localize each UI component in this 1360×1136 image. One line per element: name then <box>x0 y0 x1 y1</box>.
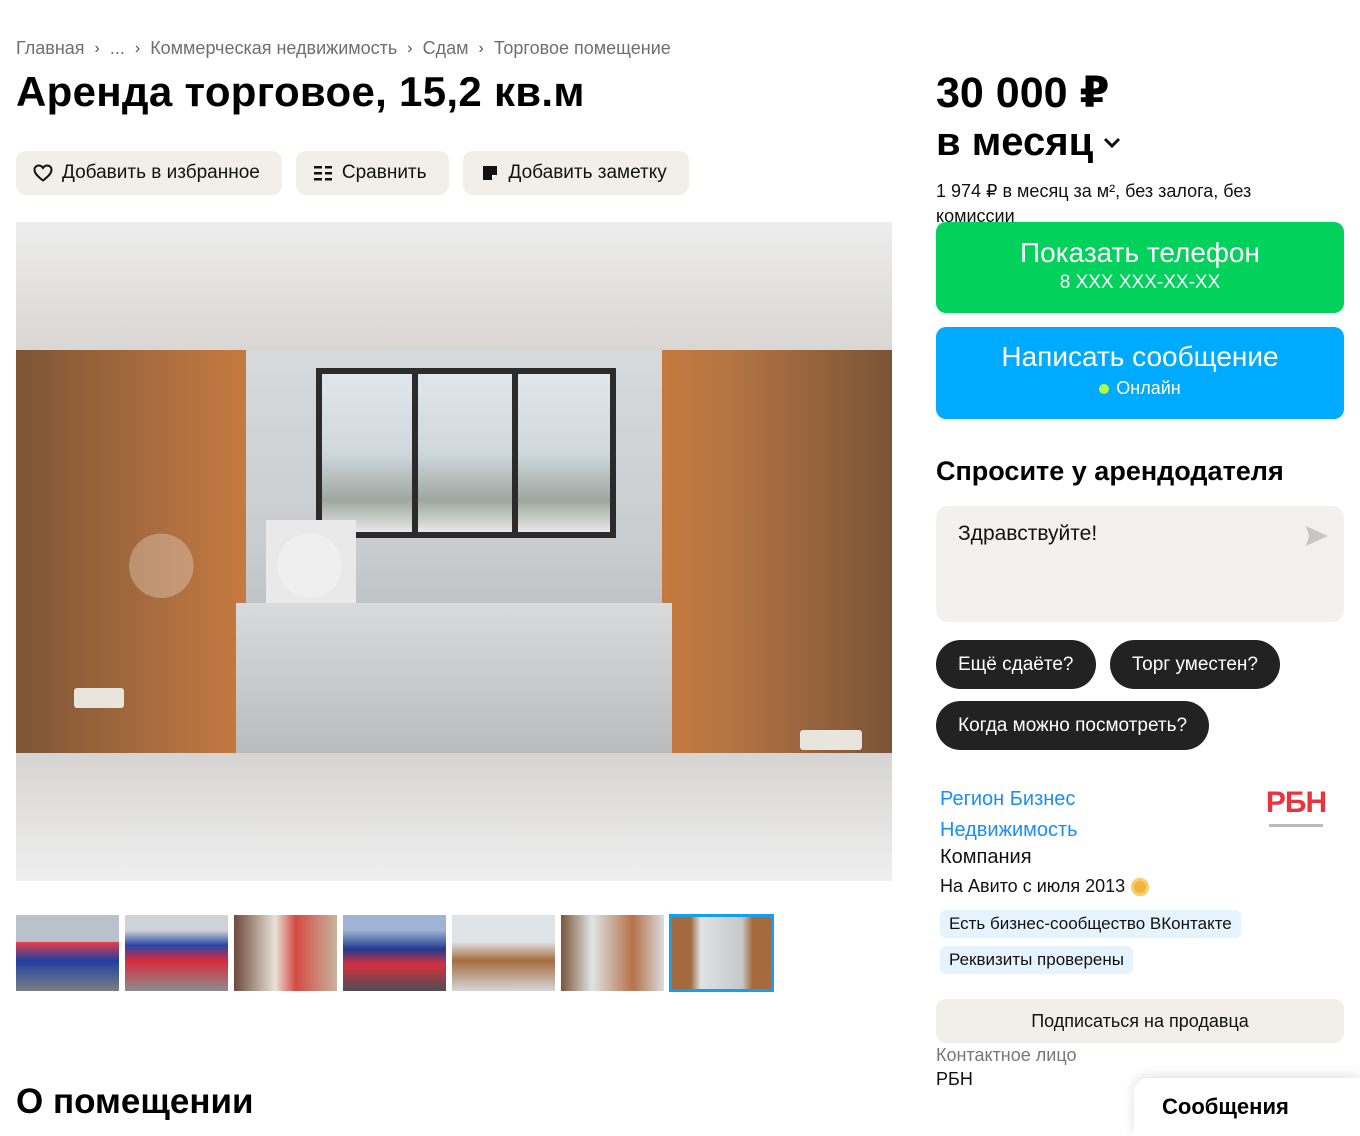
send-icon[interactable] <box>1304 524 1330 548</box>
seller-since-label: На Авито с июля 2013 <box>940 876 1126 896</box>
online-status: Онлайн <box>1099 378 1181 399</box>
main-photo[interactable]: ● ● <box>16 350 892 753</box>
add-to-favorites-label: Добавить в избранное <box>62 162 260 183</box>
quick-reply-viewing[interactable]: Когда можно посмотреть? <box>936 701 1210 750</box>
seller-logo-caption <box>1269 824 1323 827</box>
breadcrumb-separator: › <box>407 39 413 57</box>
ask-landlord-title: Спросите у арендодателя <box>936 456 1284 486</box>
add-to-favorites-button[interactable]: Добавить в избранное <box>16 151 282 195</box>
photo-wall-right <box>662 350 892 753</box>
show-phone-button[interactable]: Показать телефон 8 XXX XXX-XX-XX <box>936 222 1344 313</box>
about-section-title: О помещении <box>16 1082 254 1121</box>
photo-watermark: ● ● <box>116 472 363 640</box>
thumbnail-strip <box>16 914 774 992</box>
seller-logo-mark: РБН <box>1265 786 1327 819</box>
breadcrumb-home[interactable]: Главная <box>16 38 85 59</box>
thumbnail[interactable] <box>343 915 446 991</box>
add-note-button[interactable]: Добавить заметку <box>462 151 689 195</box>
contact-person-label: Контактное лицо <box>936 1045 1077 1065</box>
quick-reply-still-renting[interactable]: Ещё сдаёте? <box>936 640 1096 689</box>
photo-socket <box>800 730 862 750</box>
photo-gallery[interactable]: ● ● <box>16 222 892 881</box>
online-status-label: Онлайн <box>1116 378 1181 398</box>
write-message-button[interactable]: Написать сообщение Онлайн <box>936 327 1344 419</box>
write-message-label: Написать сообщение <box>1001 341 1279 372</box>
masked-phone-number: 8 XXX XXX-XX-XX <box>1059 272 1221 293</box>
show-phone-label: Показать телефон <box>1020 237 1260 268</box>
breadcrumb-separator: › <box>94 39 100 57</box>
note-icon <box>479 162 501 184</box>
seller-name-line2: Недвижимость <box>940 819 1078 841</box>
compare-icon <box>312 162 334 184</box>
badge-verified-details[interactable]: Реквизиты проверены <box>940 946 1133 974</box>
seller-since: На Авито с июля 2013 <box>940 876 1150 897</box>
compare-label: Сравнить <box>341 162 427 183</box>
heart-icon <box>32 162 54 184</box>
breadcrumb: Главная › ... › Коммерческая недвижимост… <box>16 38 671 59</box>
price: 30 000 ₽ <box>936 69 1110 117</box>
quick-reply-bargain[interactable]: Торг уместен? <box>1110 640 1280 689</box>
photo-socket <box>74 688 124 708</box>
thumbnail[interactable] <box>234 915 337 991</box>
breadcrumb-ellipsis[interactable]: ... <box>110 38 125 59</box>
messages-tab[interactable]: Сообщения <box>1134 1078 1360 1136</box>
thumbnail[interactable] <box>561 915 664 991</box>
gallery-blur-bottom <box>16 753 892 881</box>
seller-name-line1: Регион Бизнес <box>940 788 1076 810</box>
seller-logo[interactable]: РБН <box>1256 788 1336 840</box>
breadcrumb-rent[interactable]: Сдам <box>423 38 469 59</box>
compare-button[interactable]: Сравнить <box>295 151 449 195</box>
message-input-text: Здравствуйте! <box>958 522 1098 545</box>
thumbnail-active[interactable] <box>669 914 774 992</box>
online-dot-icon <box>1099 383 1110 394</box>
breadcrumb-commercial[interactable]: Коммерческая недвижимость <box>150 38 397 59</box>
gallery-blur-top <box>16 222 892 350</box>
seller-name-link[interactable]: Регион Бизнес Недвижимость <box>940 784 1078 846</box>
price-period-select[interactable]: в месяц <box>936 120 1123 165</box>
thumbnail[interactable] <box>452 915 555 991</box>
subscribe-seller-button[interactable]: Подписаться на продавца <box>936 999 1344 1043</box>
contact-person-name: РБН <box>936 1069 973 1089</box>
thumbnail[interactable] <box>16 915 119 991</box>
breadcrumb-retail[interactable]: Торговое помещение <box>494 38 671 59</box>
chevron-down-icon <box>1103 133 1123 153</box>
listing-actions: Добавить в избранное Сравнить Добавить з… <box>16 151 689 195</box>
breadcrumb-separator: › <box>134 39 141 57</box>
seller-type: Компания <box>940 846 1032 868</box>
thumbnail[interactable] <box>125 915 228 991</box>
medal-icon <box>1131 877 1150 896</box>
badge-vk-community[interactable]: Есть бизнес-сообщество ВКонтакте <box>940 910 1241 938</box>
page-title: Аренда торговое, 15,2 кв.м <box>16 68 585 115</box>
breadcrumb-separator: › <box>478 39 484 57</box>
message-input[interactable]: Здравствуйте! <box>936 506 1344 622</box>
price-period-label: в месяц <box>936 120 1094 164</box>
add-note-label: Добавить заметку <box>508 162 667 183</box>
